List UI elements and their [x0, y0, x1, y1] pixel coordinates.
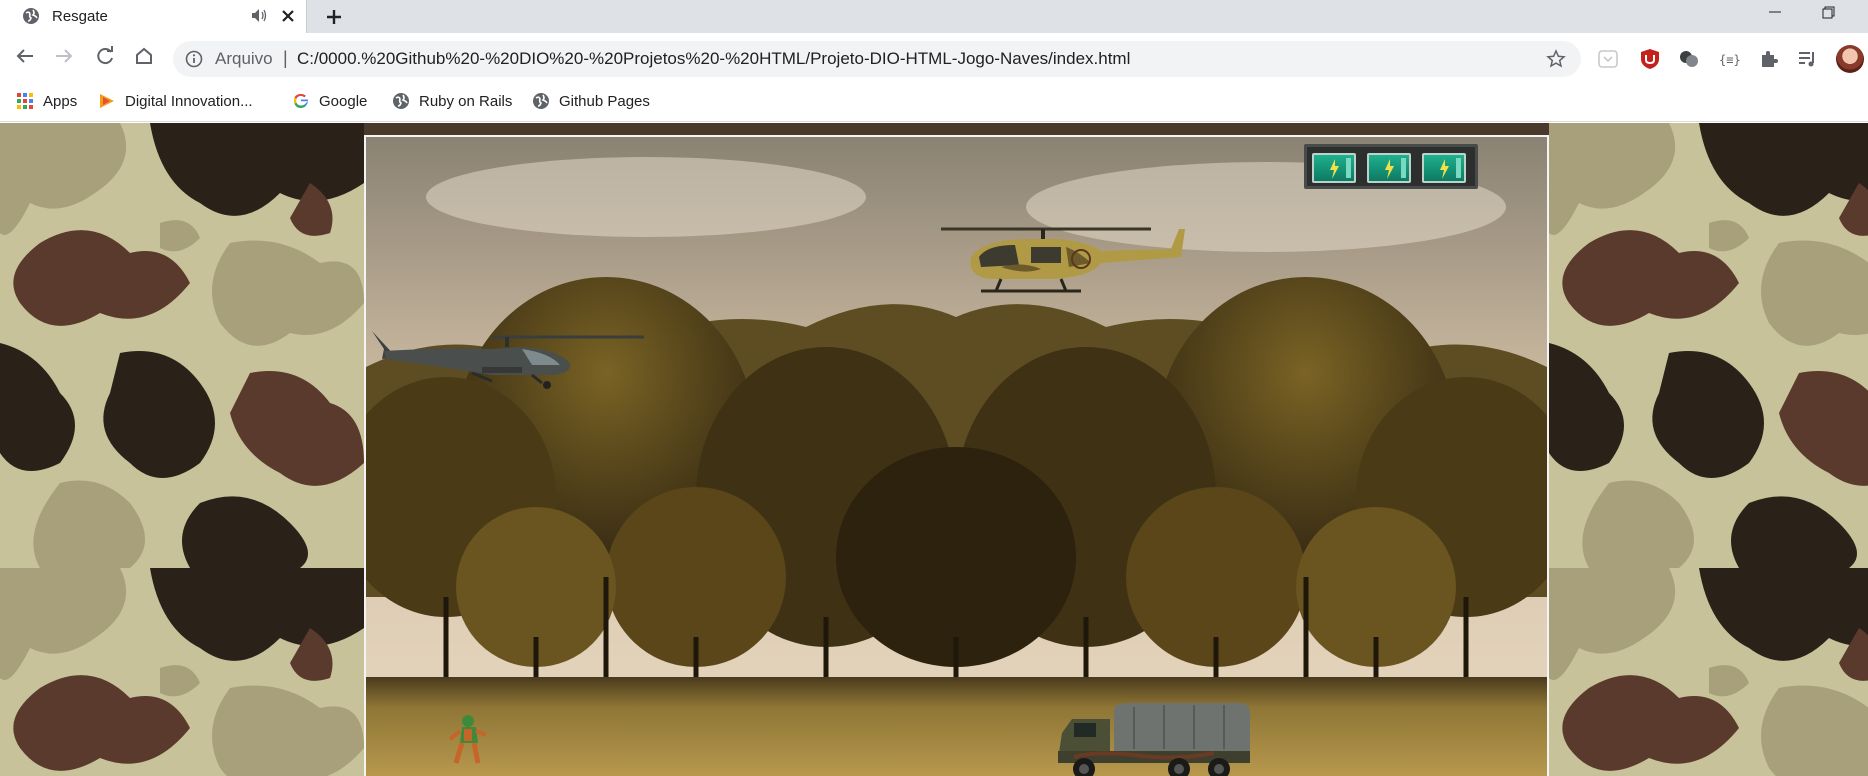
- puzzle-icon[interactable]: [1758, 48, 1780, 70]
- ublock-icon[interactable]: [1639, 48, 1661, 70]
- globe-icon: [533, 93, 549, 109]
- address-bar[interactable]: Arquivo | C:/0000.%20Github%20-%20DIO%20…: [173, 41, 1581, 77]
- address-separator: |: [283, 48, 288, 68]
- bookmark-google[interactable]: Google: [292, 90, 367, 112]
- close-tab-icon[interactable]: [278, 6, 298, 26]
- army-truck: [1058, 703, 1250, 776]
- energy-cell: [1312, 153, 1356, 183]
- camouflage-background-left: [0, 123, 364, 776]
- bookmark-label: Apps: [43, 92, 78, 110]
- energy-cell: [1367, 153, 1411, 183]
- dio-icon: [100, 94, 114, 108]
- apps-grid-icon: [17, 93, 33, 109]
- speaker-icon[interactable]: [251, 8, 268, 23]
- lightning-icon: [1330, 159, 1339, 179]
- bookmark-ruby-on-rails[interactable]: Ruby on Rails: [392, 90, 512, 112]
- lightning-icon: [1385, 159, 1394, 179]
- reload-icon[interactable]: [90, 41, 120, 71]
- restore-window-icon[interactable]: [1806, 0, 1852, 30]
- tab-strip: Resgate: [0, 0, 1868, 33]
- info-icon[interactable]: [185, 50, 203, 68]
- google-icon: [293, 93, 309, 109]
- soldier: [448, 715, 487, 764]
- bookmark-label: Github Pages: [559, 92, 650, 110]
- bookmark-label: Google: [319, 92, 368, 110]
- pocket-icon[interactable]: [1597, 48, 1619, 70]
- lightning-icon: [1440, 159, 1449, 179]
- game-board[interactable]: [364, 135, 1549, 776]
- camouflage-background-right: [1549, 123, 1868, 776]
- scheme-label: Arquivo: [215, 49, 273, 68]
- svg-text:{≡}: {≡}: [1719, 53, 1740, 67]
- bookmark-apps[interactable]: Apps: [16, 90, 77, 112]
- energy-cell: [1422, 153, 1466, 183]
- bookmark-github-pages[interactable]: Github Pages: [532, 90, 650, 112]
- minimize-window-icon[interactable]: [1752, 0, 1798, 30]
- bookmark-label: Ruby on Rails: [419, 92, 513, 110]
- bookmark-digital-innovation[interactable]: Digital Innovation...: [98, 90, 253, 112]
- forward-icon[interactable]: [49, 41, 79, 71]
- home-icon[interactable]: [129, 41, 159, 71]
- back-icon[interactable]: [10, 41, 40, 71]
- tab-resgate[interactable]: Resgate: [0, 0, 307, 33]
- bookmark-star-icon[interactable]: [1546, 49, 1566, 69]
- globe-icon: [393, 93, 409, 109]
- player-helicopter: [372, 331, 644, 389]
- bookmarks-bar: Apps Digital Innovation... Google Ruby o…: [0, 80, 1868, 122]
- new-tab-button[interactable]: [318, 3, 350, 31]
- profile-avatar[interactable]: [1836, 45, 1864, 73]
- tab-title: Resgate: [52, 8, 108, 25]
- json-viewer-icon[interactable]: {≡}: [1718, 48, 1740, 70]
- enemy-helicopter: [941, 227, 1185, 293]
- page-content: [0, 123, 1868, 776]
- media-playlist-icon[interactable]: [1796, 48, 1818, 70]
- bookmark-label: Digital Innovation...: [125, 92, 253, 110]
- extension-icon[interactable]: [1678, 48, 1700, 70]
- url-text[interactable]: C:/0000.%20Github%20-%20DIO%20-%20Projet…: [297, 49, 1130, 69]
- energy-indicator: [1304, 144, 1478, 189]
- globe-icon: [23, 8, 39, 24]
